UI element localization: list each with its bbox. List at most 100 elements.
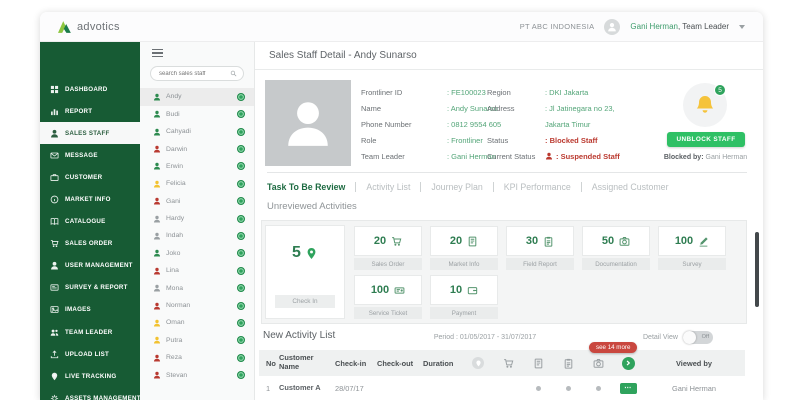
staff-item-reza[interactable]: Reza: [140, 349, 254, 366]
stat-card-documentation[interactable]: 50 Documentation: [582, 226, 650, 270]
staff-item-erwin[interactable]: Erwin: [140, 158, 254, 175]
sidebar-item-images[interactable]: IMAGES: [40, 299, 140, 321]
sidebar-item-user-management[interactable]: USER MANAGEMENT: [40, 255, 140, 277]
col-no: No: [266, 358, 276, 368]
staff-item-mona[interactable]: Mona: [140, 279, 254, 296]
stat-card-payment[interactable]: 10 Payment: [430, 275, 498, 319]
clipboard-icon: [553, 358, 583, 369]
activity-list-title: New Activity List: [263, 330, 336, 341]
profile-field: Frontliner ID : FE100023: [361, 87, 486, 97]
sidebar-item-catalogue[interactable]: CATALOGUE: [40, 211, 140, 233]
app-window: advotics PT ABC INDONESIA Gani Herman, T…: [40, 12, 763, 400]
profile-field: Current Status : Suspended Staff: [487, 151, 620, 161]
stat-card-field-report[interactable]: 30 Field Report: [506, 226, 574, 270]
sidebar-item-customer[interactable]: CUSTOMER: [40, 166, 140, 188]
col-viewed-by: Viewed by: [675, 358, 712, 368]
sidebar-item-sales-staff[interactable]: SALES STAFF: [40, 122, 140, 145]
staff-badge: [237, 336, 245, 345]
sidebar-item-team-leader[interactable]: TEAM LEADER: [40, 321, 140, 343]
staff-item-norman[interactable]: Norman: [140, 297, 254, 314]
staff-badge: [237, 127, 245, 136]
staff-item-hardy[interactable]: Hardy: [140, 210, 254, 227]
tab-activity-list[interactable]: Activity List: [355, 182, 420, 192]
sidebar-item-assets-management[interactable]: ASSETS MANAGEMENT: [40, 387, 140, 400]
unreviewed-title: Unreviewed Activities: [267, 201, 357, 212]
ticket-icon: [394, 285, 405, 296]
stat-card-survey[interactable]: 100 Survey: [658, 226, 726, 270]
doc-icon: [523, 358, 553, 369]
person-icon: [153, 215, 161, 223]
staff-item-indah[interactable]: Indah: [140, 227, 254, 244]
sidebar-item-live-tracking[interactable]: LIVE TRACKING: [40, 365, 140, 387]
user-menu[interactable]: Gani Herman, Team Leader: [630, 22, 729, 31]
pending-dot: [565, 385, 571, 391]
staff-item-darwin[interactable]: Darwin: [140, 140, 254, 157]
see-more-badge[interactable]: see 14 more: [589, 342, 638, 353]
staff-item-cahyadi[interactable]: Cahyadi: [140, 123, 254, 140]
person-icon: [545, 152, 553, 160]
staff-badge: [237, 197, 245, 206]
stat-card-service-ticket[interactable]: 100 Service Ticket: [354, 275, 422, 319]
survey-report-icon: [50, 283, 59, 292]
staff-item-budi[interactable]: Budi: [140, 106, 254, 123]
person-icon: [153, 145, 161, 153]
person-icon: [153, 354, 161, 362]
tab-assigned-customer[interactable]: Assigned Customer: [580, 182, 679, 192]
sidebar-item-dashboard[interactable]: DASHBOARD: [40, 78, 140, 100]
sidebar-item-survey-report[interactable]: SURVEY & REPORT: [40, 277, 140, 299]
notification-bell[interactable]: 5: [683, 83, 727, 127]
table-row[interactable]: 1 Customer A 28/07/17 ⋯ Gani Herman: [259, 376, 745, 400]
tab-journey-plan[interactable]: Journey Plan: [420, 182, 492, 192]
staff-badge: [237, 110, 245, 119]
stat-card-sales-order[interactable]: 20 Sales Order: [354, 226, 422, 270]
pin-icon: [305, 247, 318, 260]
scrollbar[interactable]: [755, 232, 759, 307]
checkin-label: Check In: [275, 295, 335, 308]
unblock-staff-button[interactable]: UNBLOCK STAFF: [667, 132, 745, 147]
profile-field: Phone Number : 0812 9554 605: [361, 119, 502, 129]
avatar[interactable]: [604, 18, 621, 35]
tab-kpi-performance[interactable]: KPI Performance: [492, 182, 581, 192]
person-icon: [153, 110, 161, 118]
more-arrow-icon[interactable]: [613, 356, 643, 370]
col-customer-name: Customer Name: [279, 353, 314, 371]
search-input[interactable]: [157, 69, 230, 78]
detail-view-toggle[interactable]: Off: [683, 331, 713, 344]
checkin-card[interactable]: 5 Check In: [265, 225, 345, 319]
staff-item-lina[interactable]: Lina: [140, 262, 254, 279]
page-title: Sales Staff Detail - Andy Sunarso: [269, 50, 417, 61]
sidebar-item-report[interactable]: REPORT: [40, 100, 140, 122]
person-icon: [153, 284, 161, 292]
profile-field: Region : DKI Jakarta: [487, 87, 589, 97]
chevron-down-icon[interactable]: [739, 24, 745, 29]
sales-order-icon: [50, 239, 59, 248]
staff-badge: [237, 371, 245, 380]
staff-item-stevan[interactable]: Stevan: [140, 366, 254, 383]
staff-item-felicia[interactable]: Felicia: [140, 175, 254, 192]
tab-task-to-be-review[interactable]: Task To Be Review: [267, 182, 355, 192]
sidebar-item-sales-order[interactable]: SALES ORDER: [40, 233, 140, 255]
person-icon: [153, 319, 161, 327]
sidebar-item-upload-list[interactable]: UPLOAD LIST: [40, 343, 140, 365]
top-bar: advotics PT ABC INDONESIA Gani Herman, T…: [40, 12, 763, 42]
staff-badge: [237, 249, 245, 258]
staff-item-oman[interactable]: Oman: [140, 314, 254, 331]
staff-badge: [237, 231, 245, 240]
sidebar-menu: DASHBOARD REPORT SALES STAFF MESSAGE CUS…: [40, 42, 140, 400]
activity-period: Period : 01/05/2017 - 31/07/2017: [433, 334, 537, 341]
staff-item-joko[interactable]: Joko: [140, 245, 254, 262]
person-icon: [153, 371, 161, 379]
staff-item-putra[interactable]: Putra: [140, 332, 254, 349]
staff-badge: [237, 266, 245, 275]
hamburger-icon[interactable]: [152, 49, 163, 58]
more-actions-badge[interactable]: ⋯: [619, 382, 637, 394]
location-icon: [463, 357, 493, 369]
sidebar-item-market-info[interactable]: MARKET INFO: [40, 188, 140, 210]
stat-card-market-info[interactable]: 20 Market Info: [430, 226, 498, 270]
camera-icon: [583, 358, 613, 369]
company-name: PT ABC INDONESIA: [519, 22, 595, 31]
sidebar-item-message[interactable]: MESSAGE: [40, 144, 140, 166]
staff-item-andy[interactable]: Andy: [140, 88, 254, 106]
staff-item-gani[interactable]: Gani: [140, 193, 254, 210]
user-management-icon: [50, 261, 59, 270]
